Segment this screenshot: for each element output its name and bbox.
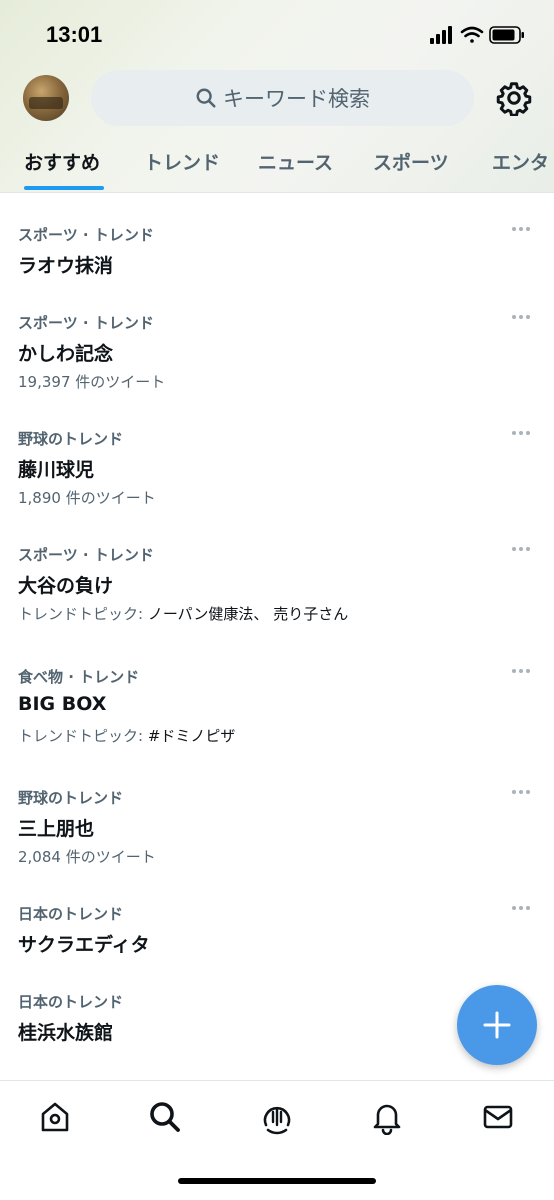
trend-name: サクラエディタ xyxy=(18,934,150,956)
compose-tweet-button[interactable] xyxy=(457,985,537,1065)
tweet-count: 2,084 件のツイート xyxy=(18,848,156,866)
trend-name: 大谷の負け xyxy=(18,575,114,597)
more-icon[interactable] xyxy=(512,312,536,322)
tweet-count: 19,397 件のツイート xyxy=(18,373,166,391)
tab-news[interactable]: ニュース xyxy=(258,148,333,175)
trend-name: 桂浜水族館 xyxy=(18,1022,114,1044)
tab-recommended[interactable]: おすすめ xyxy=(24,148,100,175)
bell-icon[interactable] xyxy=(369,1099,405,1135)
trend-category: 野球のトレンド xyxy=(18,430,124,448)
home-icon[interactable] xyxy=(37,1099,73,1135)
wifi-icon xyxy=(460,26,484,43)
avatar[interactable] xyxy=(23,75,69,121)
trend-topics-prefix: トレンドトピック: xyxy=(18,727,148,745)
plus-icon xyxy=(483,1011,511,1039)
mail-icon[interactable] xyxy=(480,1099,516,1135)
tab-entertainment[interactable]: エンタ xyxy=(492,148,549,175)
battery-icon xyxy=(489,26,524,44)
trend-name: 三上朋也 xyxy=(18,818,95,840)
tab-sports[interactable]: スポーツ xyxy=(373,148,449,175)
status-bar-icons xyxy=(430,26,524,44)
more-icon[interactable] xyxy=(512,787,536,797)
trend-category: 日本のトレンド xyxy=(18,993,124,1011)
trend-name: ラオウ抹消 xyxy=(18,255,114,277)
trend-category: スポーツ · トレンド xyxy=(18,546,154,564)
more-icon[interactable] xyxy=(512,544,536,554)
trend-category: スポーツ · トレンド xyxy=(18,226,154,244)
home-indicator xyxy=(178,1178,376,1184)
search-input[interactable]: キーワード検索 xyxy=(91,70,474,126)
trend-name: かしわ記念 xyxy=(18,343,114,365)
trend-category: 野球のトレンド xyxy=(18,789,124,807)
search-placeholder: キーワード検索 xyxy=(223,87,370,111)
trend-topics: トレンドトピック: #ドミノピザ xyxy=(18,725,235,746)
active-tab-indicator xyxy=(24,186,104,190)
tweet-count: 1,890 件のツイート xyxy=(18,489,156,507)
trend-topics-list: ノーパン健康法、 売り子さん xyxy=(147,605,349,623)
search-icon[interactable] xyxy=(147,1099,183,1135)
signal-icon xyxy=(430,26,452,44)
more-icon[interactable] xyxy=(512,903,536,913)
spaces-icon[interactable] xyxy=(259,1099,295,1135)
trend-category: スポーツ · トレンド xyxy=(18,314,154,332)
trend-topics: トレンドトピック: ノーパン健康法、 売り子さん xyxy=(18,603,348,624)
trend-topics-list: #ドミノピザ xyxy=(147,727,236,745)
search-icon xyxy=(196,88,216,108)
status-time: 13:01 xyxy=(46,22,103,47)
trend-name: BIG BOX xyxy=(18,693,107,715)
settings-gear-icon[interactable] xyxy=(496,80,532,116)
trend-name: 藤川球児 xyxy=(18,459,95,481)
more-icon[interactable] xyxy=(512,666,536,676)
trend-category: 食べ物 · トレンド xyxy=(18,668,140,686)
trend-category: 日本のトレンド xyxy=(18,905,124,923)
more-icon[interactable] xyxy=(512,224,536,234)
tab-trends[interactable]: トレンド xyxy=(144,148,220,175)
more-icon[interactable] xyxy=(512,428,536,438)
trend-topics-prefix: トレンドトピック: xyxy=(18,605,148,623)
tab-bar: おすすめ トレンド ニュース スポーツ エンタ xyxy=(0,140,554,192)
